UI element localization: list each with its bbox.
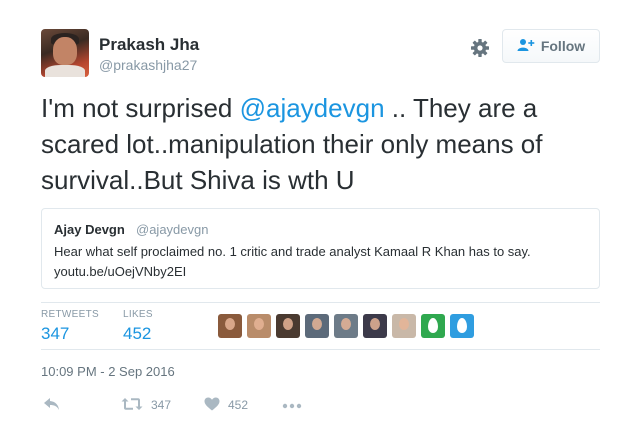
liker-face (283, 318, 293, 330)
retweets-count[interactable]: 347 (41, 324, 69, 344)
liker-avatar[interactable] (247, 314, 271, 338)
liker-avatar[interactable] (218, 314, 242, 338)
quoted-tweet-body: Hear what self proclaimed no. 1 critic a… (54, 244, 531, 259)
liker-avatar[interactable] (276, 314, 300, 338)
add-user-icon (517, 38, 535, 55)
reply-button[interactable] (43, 393, 61, 417)
more-icon (282, 398, 302, 412)
quoted-tweet-link[interactable]: youtu.be/uOejVNby2EI (54, 262, 594, 282)
display-name[interactable]: Prakash Jha (99, 35, 199, 55)
likes-label[interactable]: LIKES (123, 309, 153, 320)
quoted-tweet[interactable]: Ajay Devgn @ajaydevgn Hear what self pro… (41, 208, 600, 289)
likes-count[interactable]: 452 (123, 324, 151, 344)
avatar[interactable] (41, 29, 89, 77)
liker-face (370, 318, 380, 330)
divider (41, 349, 600, 350)
heart-icon (204, 397, 220, 414)
more-button[interactable] (282, 393, 302, 417)
follow-button[interactable]: Follow (502, 29, 600, 63)
likers-avatars (218, 314, 474, 338)
liker-face (399, 318, 409, 330)
retweet-button[interactable]: 347 (121, 393, 171, 417)
liker-avatar[interactable] (392, 314, 416, 338)
quoted-tweet-name: Ajay Devgn (54, 222, 125, 237)
avatar-face (53, 37, 77, 65)
default-egg-avatar[interactable] (421, 314, 445, 338)
liker-avatar[interactable] (305, 314, 329, 338)
liker-face (254, 318, 264, 330)
retweet-count: 347 (151, 398, 172, 412)
tweet-text: I'm not surprised @ajaydevgn .. They are… (41, 90, 601, 198)
liker-face (225, 318, 235, 330)
tweet-text-start: I'm not surprised (41, 93, 240, 123)
avatar-shirt (45, 65, 85, 77)
liker-avatar[interactable] (363, 314, 387, 338)
egg-icon (457, 318, 467, 333)
like-button[interactable]: 452 (204, 393, 248, 417)
liker-avatar[interactable] (334, 314, 358, 338)
liker-face (341, 318, 351, 330)
quoted-tweet-text: Hear what self proclaimed no. 1 critic a… (54, 242, 594, 282)
retweet-icon (121, 397, 143, 414)
retweets-label[interactable]: RETWEETS (41, 309, 99, 320)
user-handle[interactable]: @prakashjha27 (99, 57, 197, 73)
mention-link[interactable]: @ajaydevgn (240, 93, 385, 123)
gear-icon[interactable] (469, 37, 491, 59)
timestamp[interactable]: 10:09 PM - 2 Sep 2016 (41, 364, 175, 379)
like-count: 452 (228, 398, 249, 412)
quoted-tweet-handle: @ajaydevgn (136, 222, 209, 237)
liker-face (312, 318, 322, 330)
divider (41, 302, 600, 303)
default-egg-avatar[interactable] (450, 314, 474, 338)
follow-label: Follow (540, 38, 586, 54)
egg-icon (428, 318, 438, 333)
reply-icon (43, 397, 61, 414)
